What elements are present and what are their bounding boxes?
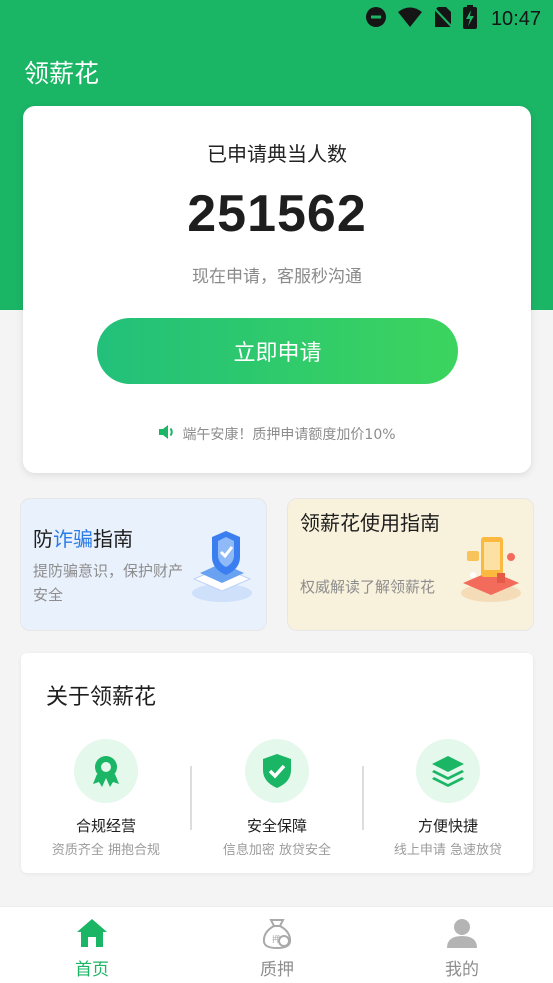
- anti-fraud-guide-title: 防诈骗指南: [33, 523, 193, 555]
- applicant-count-value: 251562: [187, 185, 367, 243]
- svg-text:押: 押: [272, 934, 280, 944]
- shield-illustration-icon: [186, 527, 258, 607]
- money-bag-icon: 押: [217, 913, 337, 953]
- tab-label: 首页: [75, 960, 109, 980]
- shield-check-icon: [245, 739, 309, 803]
- home-icon: [32, 913, 152, 953]
- feature-sub: 资质齐全 拥抱合规: [51, 843, 161, 858]
- wifi-icon: [397, 6, 423, 32]
- phone-illustration-icon: [453, 527, 525, 607]
- no-sim-icon: [433, 6, 453, 32]
- feature-sub: 信息加密 放贷安全: [222, 843, 332, 858]
- feature-label: 合规经营: [75, 817, 136, 835]
- do-not-disturb-icon: [365, 6, 387, 32]
- tab-label: 质押: [260, 960, 294, 980]
- anti-fraud-guide-desc: 提防骗意识，保护财产安全: [33, 562, 184, 604]
- status-time: 10:47: [490, 7, 541, 30]
- applicant-count-card: 已申请典当人数 251562 现在申请，客服秒沟通 立即申请 端午安康！质押申请…: [23, 106, 531, 473]
- title-part: 指南: [93, 527, 133, 551]
- user-icon: [402, 913, 522, 953]
- tab-home[interactable]: 首页: [32, 913, 152, 980]
- title-part: 防: [33, 527, 53, 551]
- bottom-tab-bar: 首页 押 质押 我的: [0, 906, 553, 983]
- feature-compliance: 合规经营 资质齐全 拥抱合规: [21, 739, 191, 858]
- app-title: 领薪花: [24, 59, 100, 88]
- speaker-icon: [158, 424, 176, 444]
- title-highlight: 诈骗: [53, 527, 93, 551]
- battery-charging-icon: [462, 5, 477, 33]
- apply-now-button[interactable]: 立即申请: [97, 318, 458, 384]
- tab-pledge[interactable]: 押 质押: [217, 913, 337, 980]
- usage-guide-card[interactable]: 领薪花使用指南 权威解读了解领薪花: [287, 498, 534, 631]
- tab-mine[interactable]: 我的: [402, 913, 522, 980]
- about-section: 关于领薪花 合规经营 资质齐全 拥抱合规 安全保障 信息加密 放贷安全 方便快捷…: [21, 653, 533, 873]
- usage-guide-desc: 权威解读了解领薪花: [300, 578, 436, 596]
- status-bar: 10:47: [0, 0, 553, 38]
- feature-convenience: 方便快捷 线上申请 急速放贷: [363, 739, 533, 858]
- feature-security: 安全保障 信息加密 放贷安全: [192, 739, 362, 858]
- promo-notice: 端午安康！质押申请额度加价10%: [23, 424, 531, 444]
- status-icons: 10:47: [365, 5, 541, 33]
- usage-guide-title: 领薪花使用指南: [300, 511, 440, 535]
- feature-label: 安全保障: [246, 817, 307, 835]
- feature-sub: 线上申请 急速放贷: [393, 843, 503, 858]
- tab-label: 我的: [445, 960, 479, 980]
- anti-fraud-guide-card[interactable]: 防诈骗指南 提防骗意识，保护财产安全: [20, 498, 267, 631]
- about-title: 关于领薪花: [46, 685, 157, 710]
- applicant-count-label: 已申请典当人数: [207, 142, 347, 166]
- hero-subtitle: 现在申请，客服秒沟通: [192, 267, 362, 287]
- award-icon: [74, 739, 138, 803]
- promo-notice-text: 端午安康！质押申请额度加价10%: [182, 427, 396, 443]
- layers-icon: [416, 739, 480, 803]
- feature-label: 方便快捷: [417, 817, 478, 835]
